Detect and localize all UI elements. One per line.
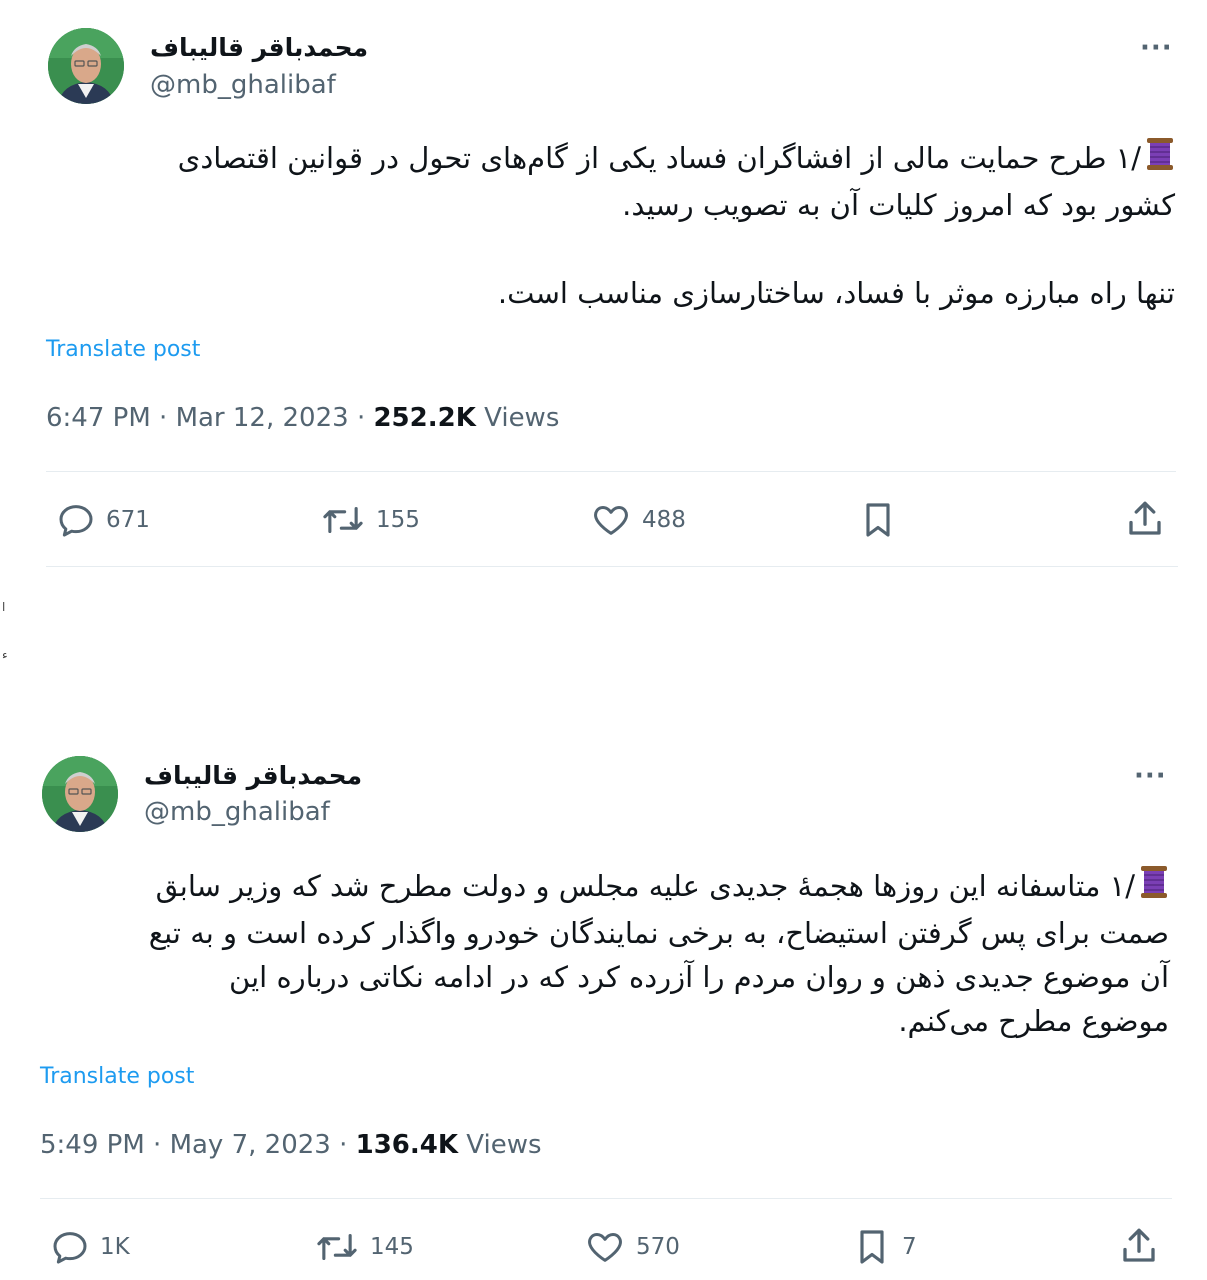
reply-count: 1K [100, 1234, 130, 1260]
meta-separator: · [339, 1130, 348, 1160]
tweet-date[interactable]: May 7, 2023 [170, 1130, 331, 1160]
tweet-text: /۱ متاسفانه این روزها هجمهٔ جدیدی علیه م… [39, 864, 1169, 1043]
repost-button[interactable]: 145 [314, 1227, 414, 1267]
share-button[interactable] [1118, 1225, 1160, 1267]
author-handle[interactable]: @mb_ghalibaf [144, 797, 330, 827]
divider [40, 1198, 1172, 1199]
tweet-meta: 5:49 PM · May 7, 2023 · 136.4K Views [40, 1130, 542, 1160]
thread-spool-icon [1139, 865, 1169, 911]
more-options-icon[interactable]: ··· [1134, 763, 1167, 789]
like-button[interactable]: 570 [584, 1227, 680, 1267]
tweet-text-line-2: صمت برای پس گرفتن استیضاح، به برخی نماین… [148, 916, 1169, 950]
tweet-text-line-4: موضوع مطرح می‌کنم. [898, 1004, 1169, 1038]
author-name[interactable]: محمدباقر قالیباف [144, 761, 362, 790]
tweet-text-line-1: /۱ متاسفانه این روزها هجمهٔ جدیدی علیه م… [39, 864, 1169, 911]
heart-icon [584, 1227, 626, 1267]
share-icon [1118, 1225, 1160, 1267]
bookmark-count: 7 [902, 1234, 917, 1260]
tweet-text-line-3: آن موضوع جدیدی ذهن و روان مردم را آزرده … [229, 960, 1169, 994]
avatar[interactable] [42, 756, 118, 832]
like-count: 570 [636, 1234, 680, 1260]
reply-icon [50, 1227, 90, 1267]
meta-separator: · [153, 1130, 162, 1160]
tweet: محمدباقر قالیباف @mb_ghalibaf ··· /۱ متا… [0, 0, 1207, 1280]
reply-button[interactable]: 1K [50, 1227, 130, 1267]
tweet-text-line: /۱ متاسفانه این روزها هجمهٔ جدیدی علیه م… [155, 869, 1135, 903]
views-count: 136.4K [355, 1130, 459, 1160]
repost-count: 145 [370, 1234, 414, 1260]
repost-icon [314, 1227, 360, 1267]
translate-post-link[interactable]: Translate post [40, 1064, 194, 1089]
views-label: Views [466, 1130, 542, 1160]
bookmark-button[interactable]: 7 [852, 1227, 917, 1267]
tweet-time[interactable]: 5:49 PM [40, 1130, 145, 1160]
bookmark-icon [852, 1227, 892, 1267]
